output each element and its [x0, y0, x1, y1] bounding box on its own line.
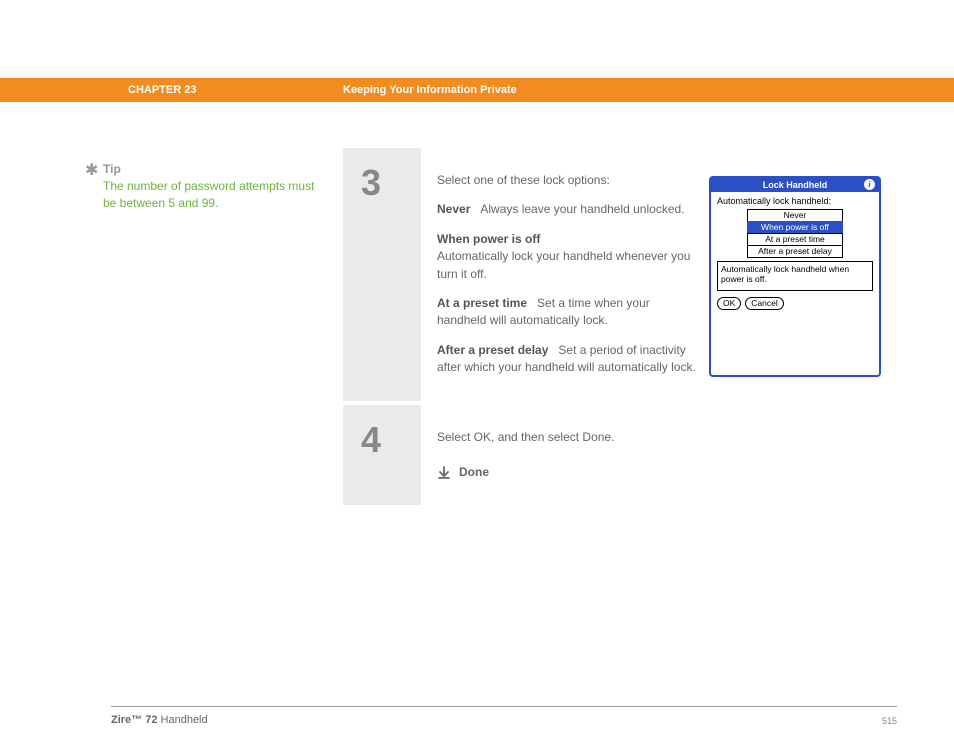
option-preset-delay: After a preset delay Set a period of ina… [437, 342, 697, 377]
asterisk-icon: ✱ [85, 160, 98, 180]
option-power-desc: Automatically lock your handheld wheneve… [437, 249, 690, 280]
footer-product: Zire™ 72 Handheld [111, 714, 208, 726]
chapter-title: Keeping Your Information Private [343, 84, 517, 96]
option-preset-time: At a preset time Set a time when your ha… [437, 295, 697, 330]
dialog-label: Automatically lock handheld: [717, 196, 873, 206]
option-power-label: When power is off [437, 232, 540, 246]
done-arrow-icon [437, 466, 451, 480]
done-label: Done [459, 464, 489, 481]
footer-page-number: 515 [882, 716, 897, 726]
step-text: Select OK, and then select Done. Done [437, 429, 881, 482]
step-number-column: 4 [343, 405, 421, 506]
chapter-label: CHAPTER 23 [128, 84, 343, 96]
info-icon[interactable]: i [864, 179, 875, 190]
step-text: Select one of these lock options: Never … [437, 172, 709, 377]
tip-label: Tip [103, 162, 318, 176]
steps-panel: 3 Select one of these lock options: Neve… [343, 148, 897, 505]
footer-product-bold: Zire™ 72 [111, 714, 157, 726]
footer-divider [111, 706, 897, 707]
step-body: Select one of these lock options: Never … [421, 148, 897, 401]
step-4-text: Select OK, and then select Done. [437, 429, 869, 446]
ok-button[interactable]: OK [717, 297, 741, 310]
dialog-buttons: OK Cancel [717, 297, 873, 310]
footer-product-rest: Handheld [157, 714, 207, 726]
tip-text: The number of password attempts must be … [103, 178, 318, 212]
option-preset-time-label: At a preset time [437, 296, 527, 310]
step-4: 4 Select OK, and then select Done. Done [343, 405, 897, 506]
step-body: Select OK, and then select Done. Done [421, 405, 897, 506]
option-never-desc: Always leave your handheld unlocked. [480, 202, 684, 216]
cancel-button[interactable]: Cancel [745, 297, 783, 310]
dialog-body: Automatically lock handheld: Never When … [711, 192, 879, 316]
option-preset-delay-label: After a preset delay [437, 343, 548, 357]
chapter-header: CHAPTER 23 Keeping Your Information Priv… [0, 78, 954, 102]
done-row: Done [437, 464, 869, 481]
step-number: 4 [361, 419, 421, 461]
step-number-column: 3 [343, 148, 421, 401]
step-number: 3 [361, 162, 421, 204]
step-intro: Select one of these lock options: [437, 172, 697, 189]
dialog-titlebar: Lock Handheld i [711, 178, 879, 192]
dialog-option-delay[interactable]: After a preset delay [747, 245, 843, 258]
step-3: 3 Select one of these lock options: Neve… [343, 148, 897, 405]
option-power: When power is off Automatically lock your… [437, 231, 697, 283]
lock-handheld-dialog: Lock Handheld i Automatically lock handh… [709, 176, 881, 377]
tip-sidebar: ✱ Tip The number of password attempts mu… [103, 162, 318, 212]
option-never-label: Never [437, 202, 470, 216]
option-never: Never Always leave your handheld unlocke… [437, 201, 697, 218]
dialog-description: Automatically lock handheld when power i… [717, 261, 873, 291]
dialog-option-list: Never When power is off At a preset time… [717, 209, 873, 257]
dialog-title-text: Lock Handheld [763, 180, 828, 190]
